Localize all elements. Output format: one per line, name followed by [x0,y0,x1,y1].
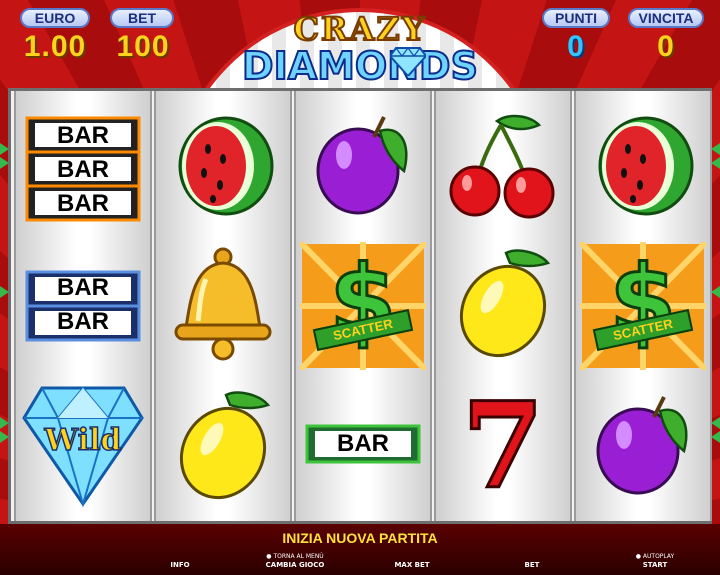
symbol-plum [580,381,706,511]
bar-label: BAR [57,190,109,217]
symbol-bar-triple: BAR BAR BAR [20,103,146,233]
bar-label: BAR [57,156,109,183]
symbol-scatter: $ SCATTER [580,241,706,371]
seven-icon: 7 [460,376,545,515]
bet-label: BET [110,8,174,28]
payline-marker-left-icon [0,286,9,298]
symbol-watermelon [580,101,706,231]
game-logo: CRAZY DIAMONDS [240,9,480,90]
logo-line1: CRAZY [292,9,427,49]
payline-marker-right-icon [711,143,720,155]
payline-marker-left-icon [0,417,9,429]
symbol-plum [300,101,426,231]
bet-value: 100 [116,30,170,63]
bar-label: BAR [57,308,109,335]
reel-5: $ SCATTER [574,91,712,521]
bar-label: BAR [57,122,109,149]
euro-value: 1.00 [23,30,87,63]
max-bet-button[interactable]: MAX BET [380,561,444,569]
payline-marker-right-icon [711,286,720,298]
info-button[interactable]: INFO [150,561,210,569]
reel-frame: BAR BAR BAR BAR BAR Wild $ SCATTER BAR 7… [8,88,712,524]
reel-2 [154,91,292,521]
symbol-lemon [440,239,566,369]
bar-label: BAR [337,430,389,457]
bar-label: BAR [57,274,109,301]
torna-menu-button[interactable]: ● TORNA AL MENÙ [255,553,335,560]
symbol-bar-double: BAR BAR [20,241,146,371]
vincita-label: VINCITA [628,8,704,28]
symbol-scatter: $ SCATTER [300,241,426,371]
symbol-bell [160,239,286,369]
symbol-bar-single: BAR [300,379,426,509]
bet-button[interactable]: BET [500,561,564,569]
payline-marker-left-icon [0,431,9,443]
watermelon-icon [178,116,274,216]
logo-diamond-icon [390,47,426,76]
reel-1: BAR BAR BAR BAR BAR Wild [14,91,152,521]
cherries-icon [449,114,555,219]
symbol-seven: 7 [440,381,566,511]
watermelon-icon [598,116,694,216]
payline-marker-right-icon [711,431,720,443]
symbol-cherries [440,101,566,231]
symbol-lemon [160,381,286,511]
payline-marker-right-icon [711,157,720,169]
autoplay-button[interactable]: ● AUTOPLAY [620,553,690,560]
symbol-watermelon [160,101,286,231]
lemon-icon [459,249,551,358]
euro-label: EURO [20,8,90,28]
vincita-value: 0 [657,30,675,63]
symbol-wild-diamond: Wild [20,379,146,509]
status-message: INIZIA NUOVA PARTITA [282,530,438,546]
payline-marker-left-icon [0,143,9,155]
payline-marker-left-icon [0,157,9,169]
punti-value: 0 [567,30,585,63]
plum-icon [596,396,688,495]
start-button[interactable]: START [620,561,690,569]
wild-label: Wild [44,422,122,459]
reel-3: $ SCATTER BAR [294,91,432,521]
reel-4: 7 [434,91,572,521]
lemon-icon [179,391,271,500]
logo-line2: DIAMONDS [241,43,479,89]
plum-icon [316,116,408,215]
punti-label: PUNTI [542,8,610,28]
payline-marker-right-icon [711,417,720,429]
cambia-gioco-button[interactable]: CAMBIA GIOCO [255,561,335,569]
bell-icon [174,247,272,361]
